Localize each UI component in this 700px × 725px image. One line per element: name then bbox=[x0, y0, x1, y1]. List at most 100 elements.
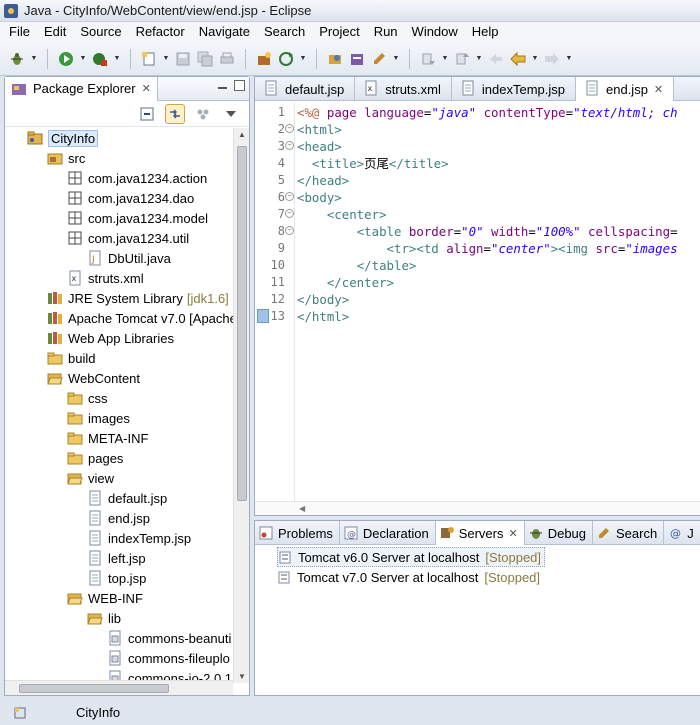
tree-item[interactable]: view bbox=[5, 468, 233, 488]
scroll-thumb[interactable] bbox=[237, 146, 247, 501]
filters-icon[interactable] bbox=[193, 104, 213, 124]
run-icon[interactable] bbox=[57, 50, 75, 68]
chevron-down-icon[interactable]: ▼ bbox=[162, 50, 170, 68]
pen-tool-icon[interactable] bbox=[370, 50, 388, 68]
tab-search[interactable]: Search bbox=[593, 521, 665, 545]
next-annotation-icon[interactable] bbox=[419, 50, 437, 68]
menu-edit[interactable]: Edit bbox=[37, 22, 73, 42]
chevron-down-icon[interactable]: ▼ bbox=[392, 50, 400, 68]
forward-arrow-icon[interactable] bbox=[543, 50, 561, 68]
menu-refactor[interactable]: Refactor bbox=[129, 22, 192, 42]
prev-annotation-icon[interactable] bbox=[453, 50, 471, 68]
code-line[interactable]: 13 </html> bbox=[255, 308, 700, 325]
code-line[interactable]: 7− <center> bbox=[255, 206, 700, 223]
code-line[interactable]: 3− <head> bbox=[255, 138, 700, 155]
refresh-icon[interactable] bbox=[277, 50, 295, 68]
menu-source[interactable]: Source bbox=[73, 22, 128, 42]
menu-run[interactable]: Run bbox=[367, 22, 405, 42]
save-all-icon[interactable] bbox=[196, 50, 214, 68]
tree-item[interactable]: META-INF bbox=[5, 428, 233, 448]
menu-navigate[interactable]: Navigate bbox=[192, 22, 257, 42]
editor-tab[interactable]: default.jsp bbox=[255, 77, 356, 101]
editor-tab[interactable]: end.jsp ✕ bbox=[576, 77, 675, 101]
menu-help[interactable]: Help bbox=[465, 22, 506, 42]
tree-item[interactable]: commons-beanuti bbox=[5, 628, 233, 648]
fold-toggle-icon[interactable]: − bbox=[285, 226, 294, 235]
tree-item[interactable]: indexTemp.jsp bbox=[5, 528, 233, 548]
back-arrow-icon[interactable] bbox=[509, 50, 527, 68]
tab-package-explorer[interactable]: Package Explorer ✕ bbox=[5, 76, 158, 101]
chevron-down-icon[interactable]: ▼ bbox=[531, 50, 539, 68]
tab-declaration[interactable]: @ Declaration bbox=[340, 521, 436, 545]
minimize-icon[interactable] bbox=[217, 80, 228, 91]
tree-item[interactable]: commons-fileuplo bbox=[5, 648, 233, 668]
code-line[interactable]: 6− <body> bbox=[255, 189, 700, 206]
tree-item[interactable]: left.jsp bbox=[5, 548, 233, 568]
tree-item[interactable]: J DbUtil.java bbox=[5, 248, 233, 268]
scroll-up-icon[interactable]: ▲ bbox=[238, 130, 246, 139]
tree-horizontal-scrollbar[interactable] bbox=[5, 680, 233, 695]
tree-item[interactable]: WebContent bbox=[5, 368, 233, 388]
server-row[interactable]: Tomcat v7.0 Server at localhost [Stopped] bbox=[277, 567, 540, 587]
tree-item[interactable]: WEB-INF bbox=[5, 588, 233, 608]
chevron-down-icon[interactable]: ▼ bbox=[441, 50, 449, 68]
scroll-left-icon[interactable]: ◀ bbox=[299, 504, 305, 513]
new-server-icon[interactable] bbox=[255, 50, 273, 68]
chevron-down-icon[interactable]: ▼ bbox=[299, 50, 307, 68]
fold-toggle-icon[interactable]: − bbox=[285, 192, 294, 201]
tree-vertical-scrollbar[interactable]: ▲ ▼ bbox=[233, 128, 249, 683]
maximize-icon[interactable] bbox=[234, 80, 245, 91]
tab-debug[interactable]: Debug bbox=[525, 521, 594, 545]
debug-bug-icon[interactable] bbox=[8, 50, 26, 68]
open-task-icon[interactable] bbox=[348, 50, 366, 68]
tree-item[interactable]: lib bbox=[5, 608, 233, 628]
code-editor[interactable]: 1 <%@ page language="java" contentType="t… bbox=[255, 102, 700, 502]
view-menu-icon[interactable] bbox=[221, 104, 241, 124]
tree-item[interactable]: com.java1234.model bbox=[5, 208, 233, 228]
scroll-down-icon[interactable]: ▼ bbox=[238, 672, 246, 681]
chevron-down-icon[interactable]: ▼ bbox=[30, 50, 38, 68]
tree-item[interactable]: css bbox=[5, 388, 233, 408]
tree-item[interactable]: build bbox=[5, 348, 233, 368]
tree-item[interactable]: src bbox=[5, 148, 233, 168]
chevron-down-icon[interactable]: ▼ bbox=[565, 50, 573, 68]
print-icon[interactable] bbox=[218, 50, 236, 68]
menu-project[interactable]: Project bbox=[312, 22, 366, 42]
tree-item[interactable]: Apache Tomcat v7.0 [Apache bbox=[5, 308, 233, 328]
editor-horizontal-scrollbar[interactable]: ◀ bbox=[255, 501, 700, 515]
fast-view-icon[interactable] bbox=[12, 705, 28, 721]
close-icon[interactable]: ✕ bbox=[142, 82, 151, 95]
tree-item[interactable]: images bbox=[5, 408, 233, 428]
tree-item[interactable]: com.java1234.dao bbox=[5, 188, 233, 208]
tab-servers[interactable]: Servers ✕ bbox=[435, 521, 525, 545]
fold-toggle-icon[interactable]: − bbox=[285, 124, 294, 133]
close-icon[interactable]: ✕ bbox=[508, 527, 517, 540]
last-edit-icon[interactable] bbox=[487, 50, 505, 68]
tree-item[interactable]: com.java1234.action bbox=[5, 168, 233, 188]
scroll-thumb[interactable] bbox=[19, 684, 169, 693]
editor-tab[interactable]: indexTemp.jsp bbox=[452, 77, 576, 101]
chevron-down-icon[interactable]: ▼ bbox=[475, 50, 483, 68]
tree-item[interactable]: com.java1234.util bbox=[5, 228, 233, 248]
fold-toggle-icon[interactable]: − bbox=[285, 209, 294, 218]
code-line[interactable]: 4 <title>页尾</title> bbox=[255, 155, 700, 172]
tree-item[interactable]: end.jsp bbox=[5, 508, 233, 528]
code-line[interactable]: 9 <tr><td align="center"><img src="image… bbox=[255, 240, 700, 257]
fold-toggle-icon[interactable]: − bbox=[285, 141, 294, 150]
code-line[interactable]: 1 <%@ page language="java" contentType="t… bbox=[255, 104, 700, 121]
code-line[interactable]: 2− <html> bbox=[255, 121, 700, 138]
tree-item[interactable]: top.jsp bbox=[5, 568, 233, 588]
close-icon[interactable]: ✕ bbox=[654, 83, 663, 96]
server-row[interactable]: Tomcat v6.0 Server at localhost [Stopped] bbox=[277, 547, 546, 567]
open-type-icon[interactable] bbox=[326, 50, 344, 68]
menu-window[interactable]: Window bbox=[405, 22, 465, 42]
menu-file[interactable]: File bbox=[2, 22, 37, 42]
code-line[interactable]: 11 </center> bbox=[255, 274, 700, 291]
tree-item[interactable]: pages bbox=[5, 448, 233, 468]
code-line[interactable]: 5 </head> bbox=[255, 172, 700, 189]
tree-item[interactable]: x struts.xml bbox=[5, 268, 233, 288]
tab-j[interactable]: @ J bbox=[664, 521, 700, 545]
tab-problems[interactable]: Problems bbox=[255, 521, 340, 545]
code-line[interactable]: 8− <table border="0" width="100%" cellsp… bbox=[255, 223, 700, 240]
tree-item[interactable]: Web App Libraries bbox=[5, 328, 233, 348]
